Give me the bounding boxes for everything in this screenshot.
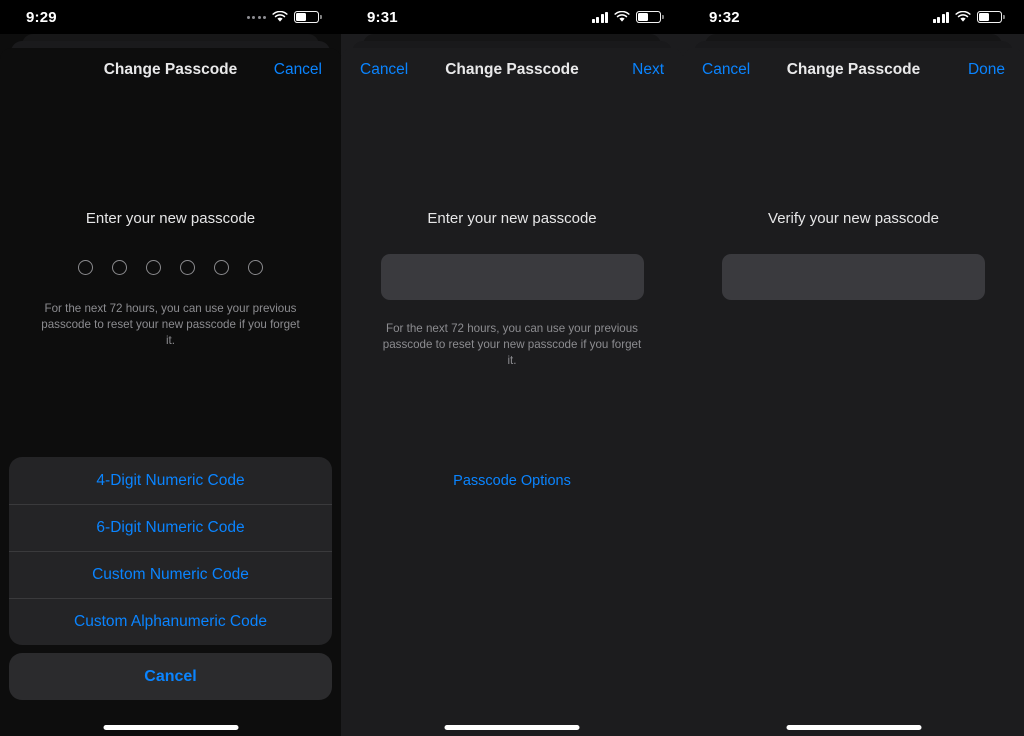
passcode-dots[interactable] [0, 260, 341, 275]
wifi-icon [955, 11, 971, 23]
status-indicators-1 [246, 11, 323, 23]
option-custom-alphanumeric[interactable]: Custom Alphanumeric Code [9, 598, 332, 645]
passcode-hint-1: For the next 72 hours, you can use your … [41, 302, 300, 347]
passcode-options-action-sheet: 4-Digit Numeric Code 6-Digit Numeric Cod… [9, 457, 332, 700]
cellular-signal-icon [932, 11, 949, 23]
home-indicator-1[interactable] [103, 725, 238, 730]
status-time-2: 9:31 [367, 8, 398, 26]
home-indicator-3[interactable] [786, 725, 921, 730]
new-passcode-input[interactable] [380, 254, 644, 300]
done-button[interactable]: Done [968, 62, 1005, 78]
action-sheet-group: 4-Digit Numeric Code 6-Digit Numeric Cod… [9, 457, 332, 645]
option-custom-numeric[interactable]: Custom Numeric Code [9, 551, 332, 598]
passcode-dot [180, 260, 195, 275]
battery-icon [636, 11, 665, 23]
next-button[interactable]: Next [632, 62, 664, 78]
status-bar-1: 9:29 [0, 0, 341, 34]
passcode-dot [78, 260, 93, 275]
screen-verify-new-passcode: Cancel Change Passcode Done Verify your … [683, 0, 1024, 736]
modal-sheet-3: Cancel Change Passcode Done Verify your … [683, 48, 1024, 736]
option-4-digit-numeric[interactable]: 4-Digit Numeric Code [9, 457, 332, 504]
status-bar-2: 9:31 [341, 0, 683, 34]
option-6-digit-numeric[interactable]: 6-Digit Numeric Code [9, 504, 332, 551]
prompt-label-3: Verify your new passcode [768, 210, 939, 227]
battery-icon [294, 11, 323, 23]
nav-bar-1: Change Passcode Cancel [0, 48, 341, 92]
verify-passcode-input[interactable] [722, 254, 985, 300]
prompt-label-2: Enter your new passcode [427, 210, 597, 227]
screen-passcode-options: Change Passcode Cancel Enter your new pa… [0, 0, 341, 736]
home-indicator-2[interactable] [444, 725, 580, 730]
passcode-dot [112, 260, 127, 275]
nav-bar-3: Cancel Change Passcode Done [683, 48, 1024, 92]
battery-icon [977, 11, 1006, 23]
status-indicators-3 [932, 11, 1006, 23]
nav-bar-2: Cancel Change Passcode Next [341, 48, 683, 92]
passcode-dot [146, 260, 161, 275]
status-indicators-2 [591, 11, 665, 23]
cancel-button-nav-3[interactable]: Cancel [702, 62, 750, 78]
prompt-label-1: Enter your new passcode [85, 210, 256, 227]
status-time-1: 9:29 [26, 8, 57, 26]
passcode-dot [214, 260, 229, 275]
status-bar-3: 9:32 [683, 0, 1024, 34]
passcode-dot [248, 260, 263, 275]
passcode-options-link[interactable]: Passcode Options [341, 474, 683, 489]
cellular-no-service-icon [246, 12, 266, 23]
action-sheet-cancel-button[interactable]: Cancel [9, 653, 332, 700]
cellular-signal-icon [591, 11, 608, 23]
cancel-button-nav-1[interactable]: Cancel [274, 62, 322, 78]
status-time-3: 9:32 [709, 8, 740, 26]
screenshot-root: Change Passcode Cancel Enter your new pa… [0, 0, 1024, 736]
modal-sheet-2: Cancel Change Passcode Next Enter your n… [341, 48, 683, 736]
wifi-icon [272, 11, 288, 23]
wifi-icon [614, 11, 630, 23]
passcode-hint-2: For the next 72 hours, you can use your … [382, 322, 642, 367]
screen-enter-new-passcode: Cancel Change Passcode Next Enter your n… [341, 0, 683, 736]
cancel-button-nav-2[interactable]: Cancel [360, 62, 408, 78]
